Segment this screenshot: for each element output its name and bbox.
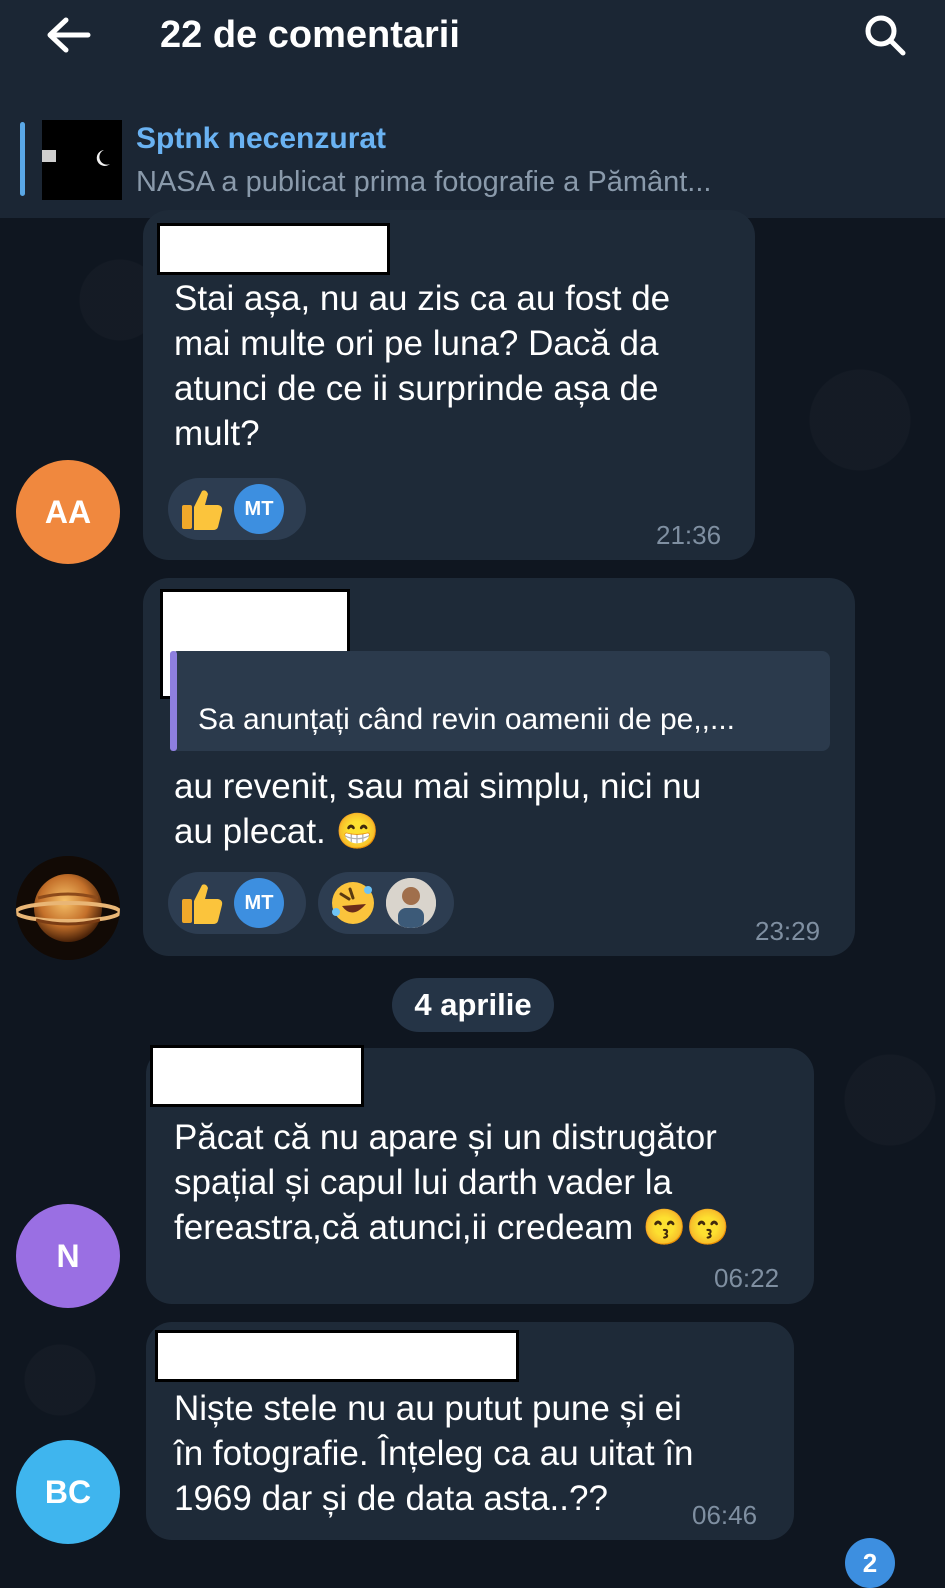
reply-quote-text: Sa anunțați când revin oamenii de pe,,..…	[198, 703, 736, 736]
rofl-emoji-icon	[328, 878, 378, 928]
saturn-planet-icon	[16, 856, 120, 960]
message-text: Stai așa, nu au zis ca au fost de mai mu…	[174, 279, 671, 453]
post-thumbnail	[42, 120, 122, 200]
avatar[interactable]: BC	[16, 1440, 120, 1544]
message-text: Niște stele nu au putut pune și ei în fo…	[174, 1389, 694, 1518]
pinned-post[interactable]: Sptnk necenzurat NASA a publicat prima f…	[0, 100, 945, 218]
moon-photo-icon	[42, 120, 122, 200]
reply-quote[interactable]: Sa anunțați când revin oamenii de pe,,..…	[170, 651, 830, 751]
thumbs-up-icon	[178, 485, 226, 533]
page-title: 22 de comentarii	[160, 14, 460, 56]
avatar[interactable]: AA	[16, 460, 120, 564]
avatar-saturn[interactable]	[16, 856, 120, 960]
top-app-bar: 22 de comentarii	[0, 0, 945, 100]
message-time: 21:36	[656, 520, 722, 550]
pinned-accent-bar	[20, 122, 25, 196]
redacted-author-name	[157, 223, 390, 275]
arrow-left-icon	[47, 17, 91, 53]
avatar[interactable]: N	[16, 1204, 120, 1308]
post-preview: NASA a publicat prima fotografie a Pămân…	[136, 166, 712, 198]
reactor-avatar: MT	[234, 878, 284, 928]
unread-count-badge[interactable]: 2	[845, 1538, 895, 1588]
search-button[interactable]	[855, 10, 915, 60]
message-time: 06:46	[692, 1500, 758, 1530]
message-text: au revenit, sau mai simplu, nici nu au p…	[174, 767, 702, 851]
channel-name: Sptnk necenzurat	[136, 122, 387, 155]
message-text: Păcat că nu apare și un distrugător spaț…	[174, 1118, 730, 1247]
back-button[interactable]	[40, 12, 96, 58]
message-time: 23:29	[755, 916, 821, 946]
thumbs-up-icon	[178, 879, 226, 927]
search-icon	[865, 15, 906, 56]
reaction-thumbs-up[interactable]: MT	[168, 478, 306, 540]
redacted-author-name	[150, 1045, 364, 1107]
reaction-rofl[interactable]	[318, 872, 454, 934]
message-time: 06:22	[714, 1263, 780, 1293]
reactor-photo-avatar	[386, 878, 436, 928]
reply-accent-bar	[170, 651, 177, 751]
reaction-thumbs-up[interactable]: MT	[168, 872, 306, 934]
date-separator: 4 aprilie	[392, 978, 554, 1032]
redacted-author-name	[155, 1330, 519, 1382]
reactor-avatar: MT	[234, 484, 284, 534]
